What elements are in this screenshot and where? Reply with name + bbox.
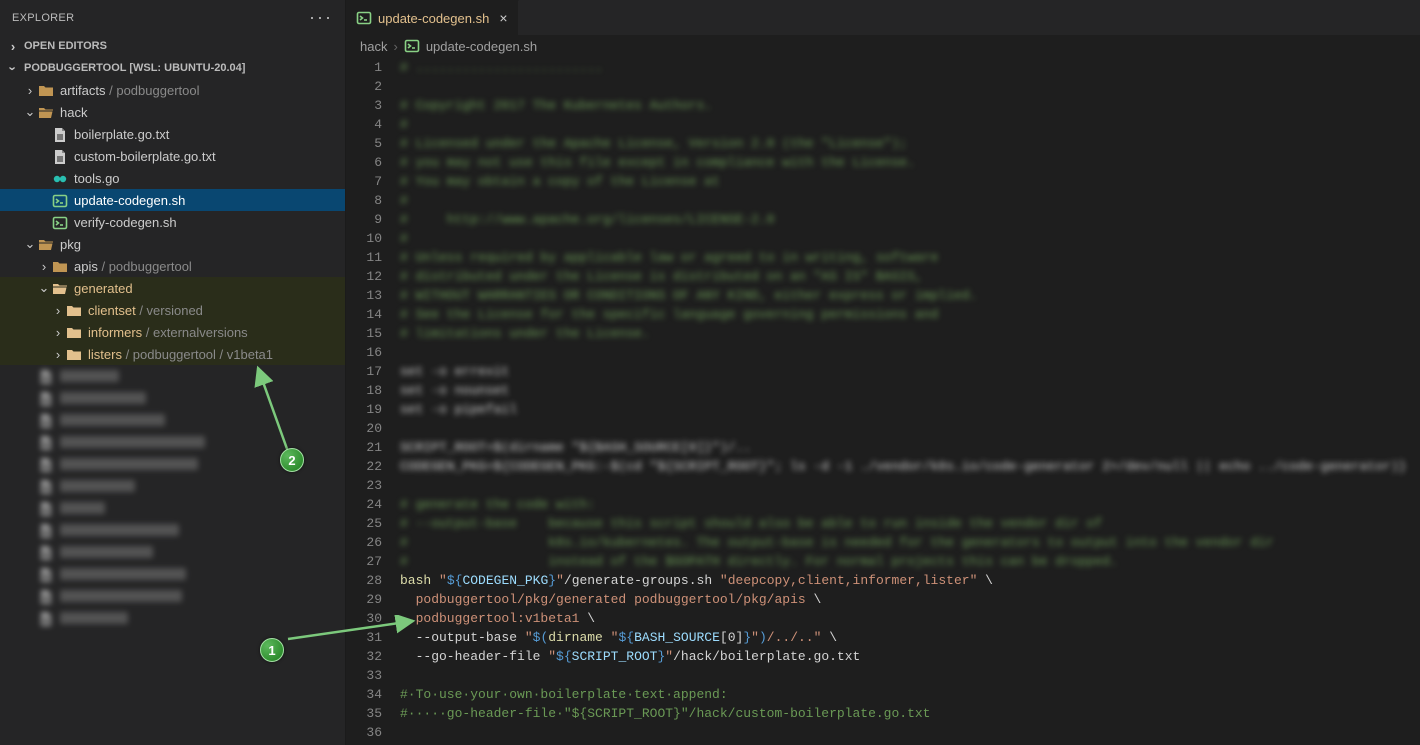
chevron-right-icon: › [50,303,66,318]
tree-file[interactable] [0,541,345,563]
tree-item-label: informers / externalversions [88,325,248,340]
editor-area: update-codegen.sh × hack › update-codege… [346,0,1420,745]
tree-item-label: artifacts / podbuggertool [60,83,199,98]
folder-icon [38,104,54,120]
text-file-icon [52,148,68,164]
workspace-section[interactable]: › PODBUGGERTOOL [WSL: UBUNTU-20.04] [0,57,345,79]
folder-icon [66,346,82,362]
tree-item-label: verify-codegen.sh [74,215,177,230]
tree-file[interactable] [0,607,345,629]
tree-file[interactable] [0,365,345,387]
tree-item-label: tools.go [74,171,120,186]
tree-folder[interactable]: ⌄ hack [0,101,345,123]
tree-file[interactable] [0,497,345,519]
tree-folder[interactable]: › listers / podbuggertool / v1beta1 [0,343,345,365]
crumb-file[interactable]: update-codegen.sh [426,39,537,54]
chevron-down-icon: ⌄ [22,236,38,252]
tree-folder[interactable]: › apis / podbuggertool [0,255,345,277]
folder-icon [38,82,54,98]
folder-icon [52,280,68,296]
explorer-title-bar: EXPLORER ··· [0,0,345,35]
tree-folder[interactable]: › informers / externalversions [0,321,345,343]
tree-file[interactable]: verify-codegen.sh [0,211,345,233]
folder-icon [66,302,82,318]
folder-icon [38,236,54,252]
bash-file-icon [52,214,68,230]
text-file-icon [52,126,68,142]
crumb-folder[interactable]: hack [360,39,387,54]
folder-icon [52,258,68,274]
file-tree: › artifacts / podbuggertool ⌄ hack boilerpla… [0,79,345,745]
tree-item-label: custom-boilerplate.go.txt [74,149,216,164]
tree-item-label: listers / podbuggertool / v1beta1 [88,347,273,362]
chevron-right-icon: › [393,39,397,54]
tree-folder[interactable]: ⌄ generated [0,277,345,299]
tree-file[interactable]: boilerplate.go.txt [0,123,345,145]
chevron-right-icon: › [50,325,66,340]
chevron-right-icon: › [6,39,20,54]
tree-item-label: apis / podbuggertool [74,259,192,274]
chevron-down-icon: › [6,61,21,75]
annotation-badge-2: 2 [280,448,304,472]
tabs-bar: update-codegen.sh × [346,0,1420,35]
tree-file[interactable]: tools.go [0,167,345,189]
tree-file[interactable] [0,585,345,607]
breadcrumbs[interactable]: hack › update-codegen.sh [346,35,1420,57]
tree-item-label: boilerplate.go.txt [74,127,169,142]
tree-file[interactable] [0,563,345,585]
tab-label: update-codegen.sh [378,11,489,26]
tab-update-codegen[interactable]: update-codegen.sh × [346,0,519,35]
explorer-title: EXPLORER [12,12,74,24]
tree-file[interactable] [0,387,345,409]
chevron-right-icon: › [36,259,52,274]
open-editors-label: OPEN EDITORS [24,40,107,52]
open-editors-section[interactable]: › OPEN EDITORS [0,35,345,57]
chevron-down-icon: ⌄ [22,104,38,120]
tree-file[interactable] [0,475,345,497]
tree-file[interactable]: update-codegen.sh [0,189,345,211]
code-editor[interactable]: 1# ........................23# Copyright… [346,57,1420,745]
tree-item-label: clientset / versioned [88,303,203,318]
folder-icon [66,324,82,340]
go-file-icon [52,170,68,186]
tree-item-label: update-codegen.sh [74,193,185,208]
tree-item-label: hack [60,105,87,120]
workspace-label: PODBUGGERTOOL [WSL: UBUNTU-20.04] [24,62,245,74]
tree-file[interactable] [0,409,345,431]
close-icon[interactable]: × [499,10,507,26]
tree-file[interactable] [0,519,345,541]
bash-file-icon [404,38,420,54]
more-actions-icon[interactable]: ··· [309,7,333,28]
chevron-down-icon: ⌄ [36,280,52,296]
bash-file-icon [356,10,372,26]
chevron-right-icon: › [22,83,38,98]
explorer-sidebar: EXPLORER ··· › OPEN EDITORS › PODBUGGERT… [0,0,346,745]
tree-item-label: generated [74,281,133,296]
tree-folder[interactable]: › artifacts / podbuggertool [0,79,345,101]
tree-folder[interactable]: › clientset / versioned [0,299,345,321]
tree-file[interactable]: custom-boilerplate.go.txt [0,145,345,167]
annotation-badge-1: 1 [260,638,284,662]
tree-folder[interactable]: ⌄ pkg [0,233,345,255]
tree-item-label: pkg [60,237,81,252]
bash-file-icon [52,192,68,208]
chevron-right-icon: › [50,347,66,362]
